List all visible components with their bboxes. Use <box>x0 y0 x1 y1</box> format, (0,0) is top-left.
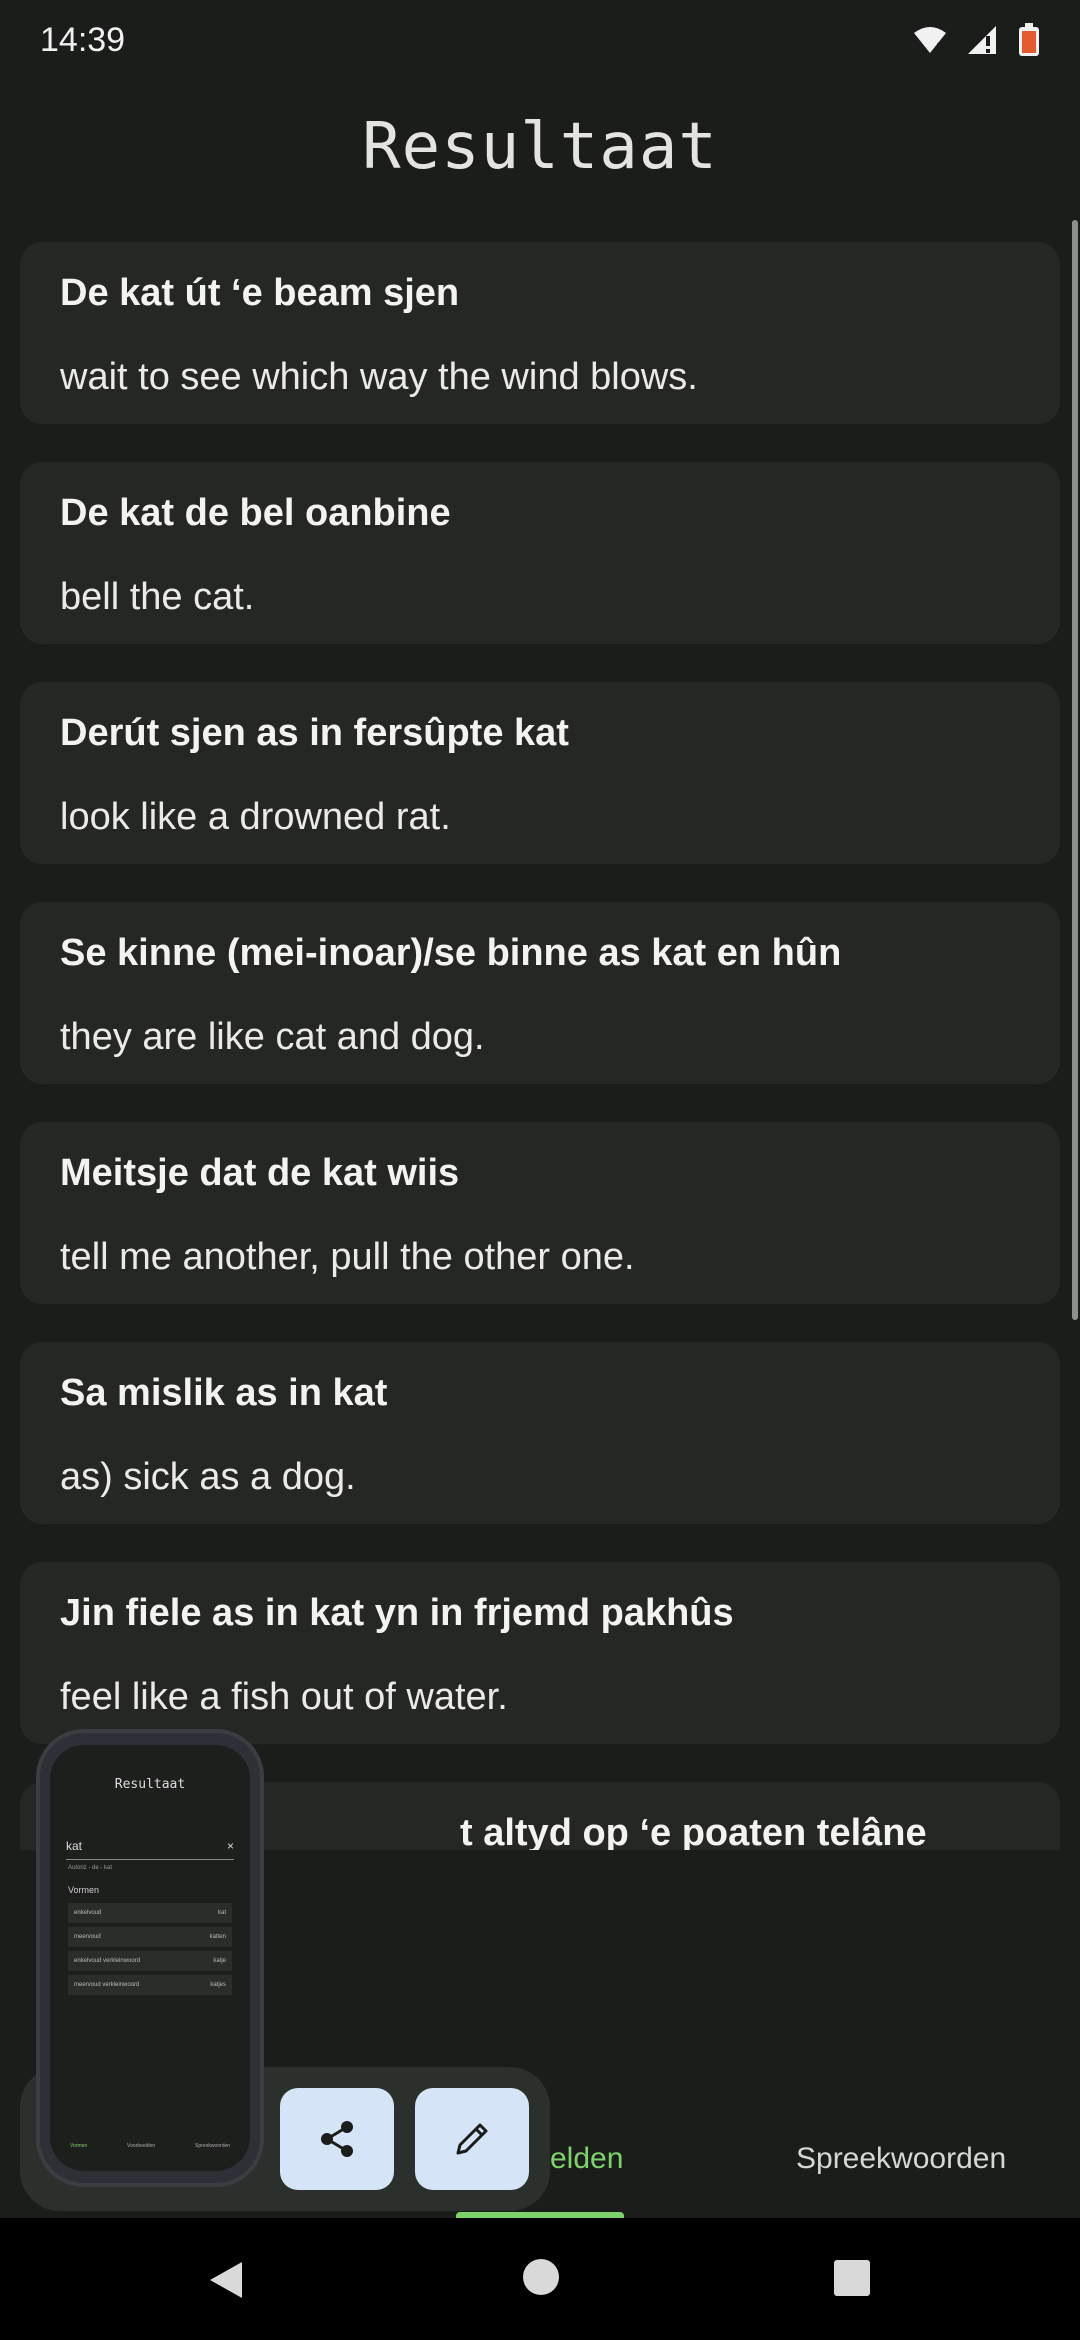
screenshot-thumbnail[interactable]: Resultaat kat × Autoriz - de - kat Vorme… <box>40 1733 260 2183</box>
thumbnail-row-value: katjes <box>210 1982 226 1988</box>
page-title: Resultaat <box>362 110 718 184</box>
svg-text:5: 5 <box>936 41 943 54</box>
result-card[interactable]: De kat út ‘e beam sjen wait to see which… <box>20 242 1060 424</box>
thumbnail-row: meervoud katten <box>68 1927 232 1947</box>
tab-proverbs[interactable]: Spreekwoorden <box>796 2142 1006 2176</box>
thumbnail-tab: Vormen <box>69 2143 88 2149</box>
tab-examples[interactable]: elden <box>550 2142 623 2176</box>
thumbnail-row-label: enkelvoud <box>74 1910 102 1916</box>
signal-icon <box>968 26 996 54</box>
share-button[interactable] <box>280 2088 394 2190</box>
result-card[interactable]: Jin fiele as in kat yn in frjemd pakhûs … <box>20 1562 1060 1744</box>
result-phrase: Jin fiele as in kat yn in frjemd pakhûs <box>60 1592 734 1634</box>
result-card[interactable]: Meitsje dat de kat wiis tell me another,… <box>20 1122 1060 1304</box>
thumbnail-nav: Vormen Voorbeelden Spreekwoorden <box>50 2143 250 2149</box>
result-phrase: Meitsje dat de kat wiis <box>60 1152 460 1194</box>
home-icon[interactable] <box>522 2258 560 2296</box>
results-list[interactable]: De kat út ‘e beam sjen wait to see which… <box>0 238 1080 1850</box>
result-meaning: they are like cat and dog. <box>60 1016 485 1058</box>
result-phrase: De kat de bel oanbine <box>60 492 451 534</box>
pencil-icon <box>456 2123 488 2155</box>
result-meaning: bell the cat. <box>60 576 255 618</box>
thumbnail-row-value: katten <box>209 1934 226 1940</box>
result-phrase: De kat út ‘e beam sjen <box>60 272 460 314</box>
result-meaning: tell me another, pull the other one. <box>60 1236 635 1278</box>
result-card[interactable]: Sa mislik as in kat as) sick as a dog. <box>20 1342 1060 1524</box>
thumbnail-row: enkelvoud verkleinwoord katje <box>68 1951 232 1971</box>
result-meaning: wait to see which way the wind blows. <box>60 356 698 398</box>
thumbnail-row-value: katje <box>213 1958 226 1964</box>
thumbnail-tab: Voorbeelden <box>127 2143 156 2149</box>
edit-button[interactable] <box>415 2088 529 2190</box>
thumbnail-hint: Autoriz - de - kat <box>68 1865 113 1871</box>
thumbnail-title: Resultaat <box>114 1777 186 1792</box>
wifi-icon: 5 <box>914 27 946 54</box>
thumbnail-row: meervoud verkleinwoord katjes <box>68 1975 232 1995</box>
thumbnail-row-value: kat <box>217 1910 226 1916</box>
result-phrase: t altyd op ‘e poaten telâne <box>460 1812 927 1850</box>
result-phrase: Se kinne (mei-inoar)/se binne as kat en … <box>60 932 842 974</box>
thumbnail-row-label: meervoud verkleinwoord <box>74 1982 140 1988</box>
status-time: 14:39 <box>40 20 126 59</box>
result-card[interactable]: Derút sjen as in fersûpte kat look like … <box>20 682 1060 864</box>
thumbnail-row-label: enkelvoud verkleinwoord <box>74 1958 141 1964</box>
thumbnail-screen: Resultaat kat × Autoriz - de - kat Vorme… <box>50 1745 250 2171</box>
thumbnail-clear-icon: × <box>226 1839 234 1853</box>
thumbnail-search-value: kat <box>66 1839 83 1853</box>
thumbnail-tab: Spreekwoorden <box>195 2143 231 2149</box>
result-card[interactable]: De kat de bel oanbine bell the cat. <box>20 462 1060 644</box>
share-icon <box>321 2121 353 2157</box>
thumbnail-row: enkelvoud kat <box>68 1903 232 1923</box>
back-icon[interactable] <box>204 2258 248 2302</box>
status-bar: 14:39 5 <box>0 0 1080 80</box>
result-meaning: feel like a fish out of water. <box>60 1676 508 1718</box>
recents-icon[interactable] <box>832 2258 872 2298</box>
system-nav-bar <box>0 2218 1080 2340</box>
thumbnail-section: Vormen <box>68 1885 100 1895</box>
battery-icon <box>1019 23 1039 56</box>
result-card[interactable]: Se kinne (mei-inoar)/se binne as kat en … <box>20 902 1060 1084</box>
scrollbar[interactable] <box>1072 220 1078 1320</box>
result-meaning: look like a drowned rat. <box>60 796 451 838</box>
status-icons: 5 <box>912 23 1040 57</box>
thumbnail-row-label: meervoud <box>74 1934 101 1940</box>
result-phrase: Derút sjen as in fersûpte kat <box>60 712 569 754</box>
result-meaning: as) sick as a dog. <box>60 1456 356 1498</box>
thumbnail-search: kat × <box>66 1839 234 1860</box>
result-phrase: Sa mislik as in kat <box>60 1372 388 1414</box>
